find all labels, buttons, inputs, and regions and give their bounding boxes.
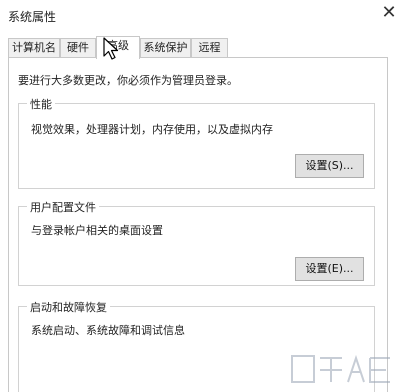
performance-group: 性能 视觉效果，处理器计划，内存使用，以及虚拟内存 设置(S)... [18, 96, 375, 189]
tab-hardware[interactable]: 硬件 [60, 38, 96, 57]
mouse-pointer-icon [103, 37, 119, 60]
user-profiles-description: 与登录帐户相关的桌面设置 [31, 224, 163, 237]
dialog-title: 系统属性 [8, 10, 57, 24]
tab-computer-name[interactable]: 计算机名 [8, 38, 60, 57]
user-profiles-group-label: 用户配置文件 [27, 199, 99, 215]
tab-system-protection[interactable]: 系统保护 [140, 38, 191, 57]
performance-group-label: 性能 [27, 96, 55, 112]
close-icon[interactable]: ✕ [380, 4, 398, 22]
admin-note: 要进行大多数更改，你必须作为管理员登录。 [18, 74, 238, 87]
startup-recovery-description: 系统启动、系统故障和调试信息 [31, 324, 185, 337]
performance-description: 视觉效果，处理器计划，内存使用，以及虚拟内存 [31, 123, 273, 136]
user-profiles-settings-button[interactable]: 设置(E)... [295, 257, 364, 281]
watermark-logo-icon [291, 354, 390, 383]
system-properties-dialog: 系统属性 ✕ 计算机名 硬件 高级 系统保护 远程 要进行大多数更改，你必须作为… [0, 0, 403, 392]
tab-remote[interactable]: 远程 [191, 38, 228, 57]
startup-recovery-group-label: 启动和故障恢复 [27, 299, 110, 315]
tab-bar: 计算机名 硬件 高级 系统保护 远程 [8, 36, 398, 59]
performance-settings-button[interactable]: 设置(S)... [295, 154, 364, 178]
user-profiles-group: 用户配置文件 与登录帐户相关的桌面设置 设置(E)... [18, 199, 375, 286]
